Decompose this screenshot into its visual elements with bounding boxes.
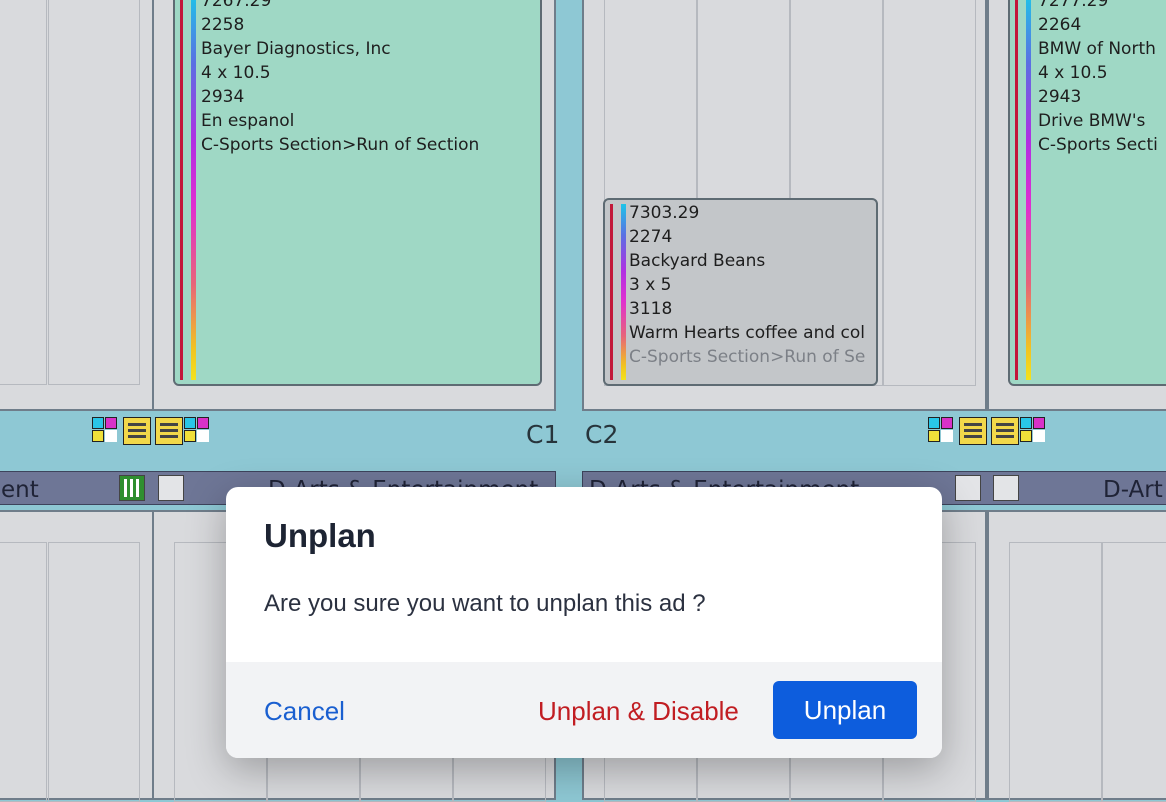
unplan-dialog: Unplan Are you sure you want to unplan t…	[226, 487, 942, 758]
dialog-title: Unplan	[264, 517, 376, 554]
unplan-disable-button[interactable]: Unplan & Disable	[538, 696, 739, 727]
unplan-button[interactable]: Unplan	[773, 681, 917, 739]
dialog-message: Are you sure you want to unplan this ad …	[264, 590, 706, 617]
cancel-button[interactable]: Cancel	[264, 696, 345, 727]
